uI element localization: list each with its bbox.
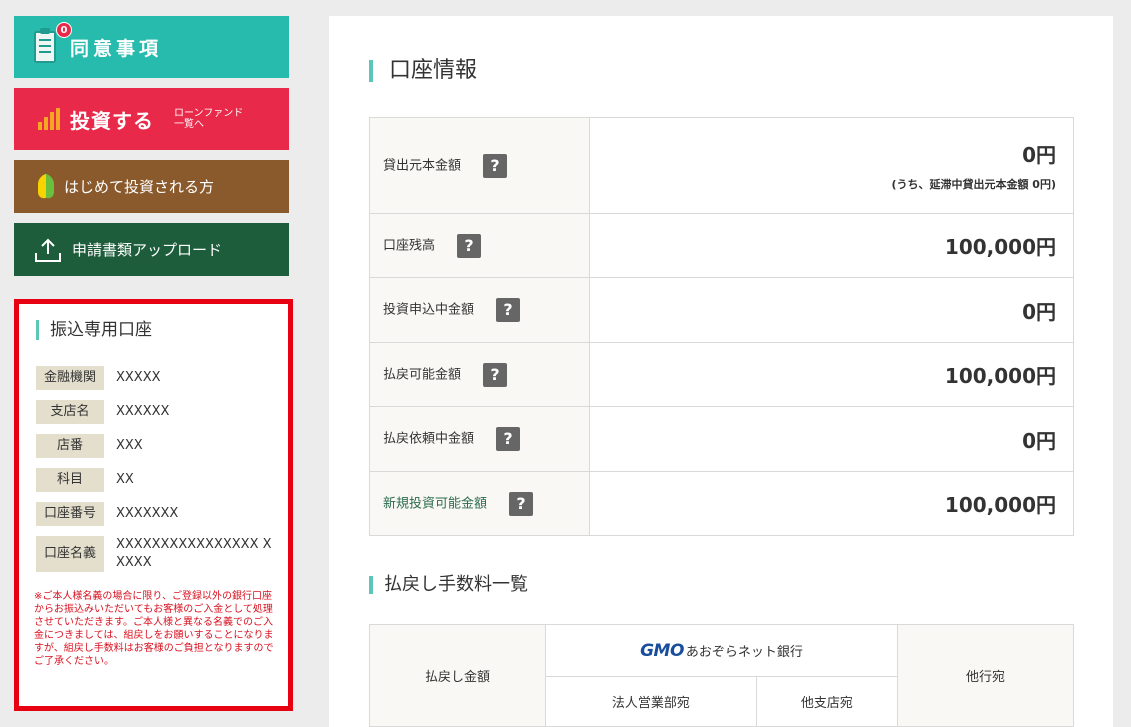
table-row: 新規投資可能金額? 100,000円	[369, 471, 1074, 536]
bank-row: 口座名義 XXXXXXXXXXXXXXXX XXXXX	[36, 536, 276, 572]
row-label-text: 払戻可能金額	[383, 367, 462, 382]
fee-header-row: 払戻し金額 GMO あおぞらネット銀行 他行宛	[369, 624, 1074, 727]
transfer-notice: ※ご本人様名義の場合に限り、ご登録以外の銀行口座からお振込みいただいてもお客様の…	[34, 591, 274, 667]
upload-label: 申請書類アップロード	[72, 241, 223, 259]
table-row: 口座残高? 100,000円	[369, 213, 1074, 278]
row-label-text: 投資申込中金額	[383, 302, 475, 318]
document-upload-button[interactable]: 申請書類アップロード	[14, 223, 289, 276]
table-row: 貸出元本金額? 0円 (うち、延滞中貸出元本金額 0円)	[369, 117, 1074, 214]
row-value-text: 0円	[1022, 143, 1056, 167]
help-icon[interactable]: ?	[483, 153, 508, 178]
notification-badge: 0	[56, 22, 72, 38]
first-time-investor-button[interactable]: はじめて投資される方	[14, 160, 289, 213]
bank-row: 金融機関 XXXXX	[36, 366, 276, 390]
help-icon[interactable]: ?	[457, 233, 482, 258]
bank-value: XXXXXXX	[116, 506, 179, 521]
bank-value: XXXXXXXXXXXXXXXX XXXXX	[116, 537, 272, 570]
first-time-label: はじめて投資される方	[64, 178, 215, 196]
table-row: 払戻依頼中金額? 0円	[369, 406, 1074, 472]
row-label-text: 新規投資可能金額	[383, 496, 488, 511]
help-icon[interactable]: ?	[496, 427, 521, 451]
sub-label-2: 一覧へ	[174, 119, 204, 130]
sub-label-1: ローンファンド	[174, 108, 244, 119]
bank-info-list: 金融機関 XXXXX 支店名 XXXXXX 店番 XXX 科目 XX 口座番号 …	[36, 366, 276, 582]
row-value: 100,000円	[589, 342, 1074, 407]
bank-row: 口座番号 XXXXXXX	[36, 502, 276, 526]
sidebar: 0 同意事項 投資する ローンファンド 一覧へ はじめて投資される方 申請書類ア…	[14, 16, 289, 286]
table-row: 払戻可能金額? 100,000円	[369, 342, 1074, 407]
bank-value: XXX	[116, 438, 143, 453]
account-info-table: 貸出元本金額? 0円 (うち、延滞中貸出元本金額 0円) 口座残高? 100,0…	[369, 117, 1074, 536]
col-other-bank-header: 他行宛	[897, 624, 1074, 727]
invest-button[interactable]: 投資する ローンファンド 一覧へ	[14, 88, 289, 150]
bank-key: 科目	[36, 468, 104, 492]
row-value: 0円	[589, 277, 1074, 343]
bank-name: あおぞらネット銀行	[685, 644, 803, 660]
help-icon[interactable]: ?	[496, 298, 521, 322]
bar-chart-icon	[38, 108, 60, 130]
gmo-bank-header: GMO あおぞらネット銀行	[545, 624, 898, 677]
bank-key: 口座名義	[36, 536, 104, 572]
row-label: 口座残高?	[369, 213, 590, 278]
agreements-button[interactable]: 0 同意事項	[14, 16, 289, 78]
row-value: 0円 (うち、延滞中貸出元本金額 0円)	[589, 117, 1074, 214]
agreements-label: 同意事項	[70, 37, 163, 60]
help-icon[interactable]: ?	[509, 491, 534, 516]
row-label: 払戻依頼中金額?	[369, 406, 590, 472]
row-label-text: 払戻依頼中金額	[383, 431, 475, 447]
row-label-text: 口座残高	[383, 238, 436, 253]
row-label: 貸出元本金額?	[369, 117, 590, 214]
gmo-logo: GMO	[640, 640, 684, 661]
fee-list-title: 払戻し手数料一覧	[369, 576, 528, 594]
account-info-title: 口座情報	[369, 60, 477, 82]
fee-table: 払戻し金額 GMO あおぞらネット銀行 他行宛 法人営業部宛 他支店宛	[369, 624, 1074, 727]
bank-value: XXXXXX	[116, 404, 170, 419]
row-value: 100,000円	[589, 471, 1074, 536]
row-label: 新規投資可能金額?	[369, 471, 590, 536]
table-row: 投資申込中金額? 0円	[369, 277, 1074, 343]
row-value: 0円	[589, 406, 1074, 472]
bank-row: 科目 XX	[36, 468, 276, 492]
loan-fund-list-link: ローンファンド 一覧へ	[174, 108, 243, 130]
row-note: (うち、延滞中貸出元本金額 0円)	[891, 178, 1056, 191]
bank-key: 店番	[36, 434, 104, 458]
transfer-account-title: 振込専用口座	[36, 320, 152, 340]
help-icon[interactable]: ?	[483, 362, 508, 387]
main-panel: 口座情報 貸出元本金額? 0円 (うち、延滞中貸出元本金額 0円) 口座残高? …	[329, 16, 1113, 727]
bank-value: XXXXX	[116, 370, 161, 385]
bank-row: 支店名 XXXXXX	[36, 400, 276, 424]
transfer-account-box: 振込専用口座 金融機関 XXXXX 支店名 XXXXXX 店番 XXX 科目 X…	[14, 299, 293, 711]
upload-icon	[34, 237, 62, 263]
col-other-branch-header: 他支店宛	[755, 676, 899, 727]
row-value: 100,000円	[589, 213, 1074, 278]
col-corporate-header: 法人営業部宛	[545, 676, 757, 727]
row-label: 投資申込中金額?	[369, 277, 590, 343]
row-label: 払戻可能金額?	[369, 342, 590, 407]
beginner-mark-icon	[38, 175, 54, 199]
clipboard-icon	[34, 28, 56, 63]
row-label-text: 貸出元本金額	[383, 158, 462, 173]
bank-row: 店番 XXX	[36, 434, 276, 458]
bank-value: XX	[116, 472, 134, 487]
bank-key: 口座番号	[36, 502, 104, 526]
bank-key: 金融機関	[36, 366, 104, 390]
col-amount-header: 払戻し金額	[369, 624, 546, 727]
invest-label: 投資する	[70, 108, 154, 133]
bank-key: 支店名	[36, 400, 104, 424]
